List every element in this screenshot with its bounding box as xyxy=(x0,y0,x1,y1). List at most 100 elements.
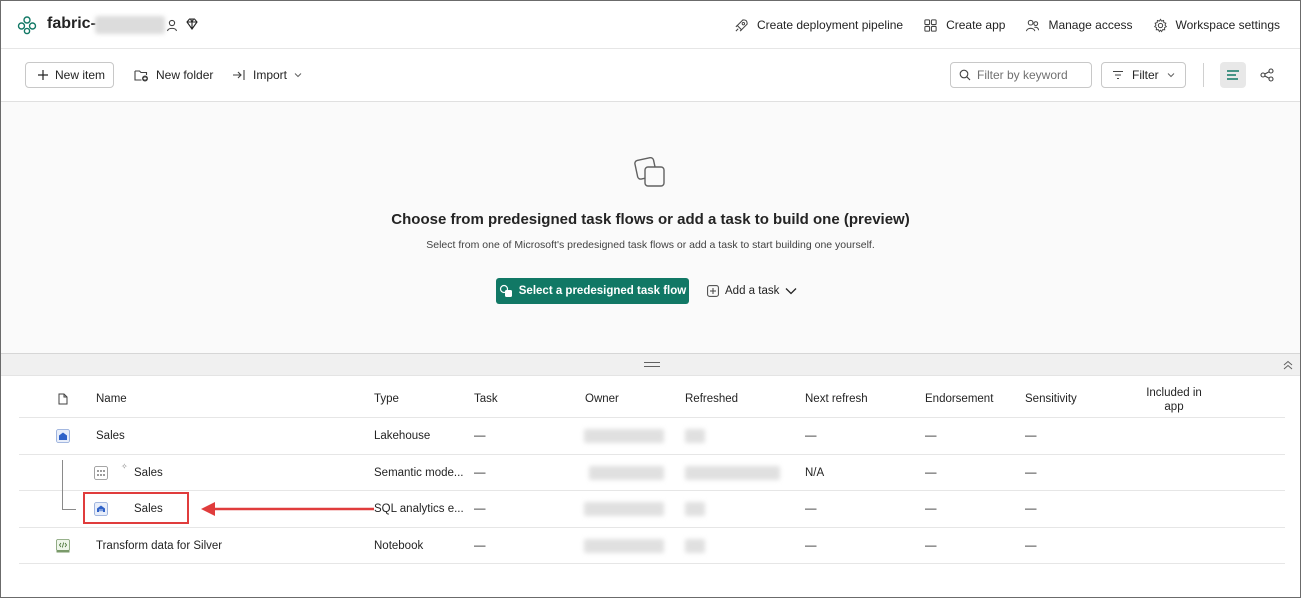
item-next-refresh: N/A xyxy=(805,466,825,479)
task-flow-button-icon xyxy=(499,284,512,297)
new-folder-label: New folder xyxy=(156,68,214,82)
add-square-icon xyxy=(707,285,719,297)
column-task[interactable]: Task xyxy=(474,393,498,405)
header-actions: Create deployment pipeline Create app Ma… xyxy=(734,1,1280,49)
new-folder-button[interactable]: New folder xyxy=(134,62,213,88)
annotation-highlight-box xyxy=(83,492,189,524)
item-type: Notebook xyxy=(374,539,424,552)
item-endorsement: — xyxy=(925,503,937,515)
task-flow-icon xyxy=(634,156,665,187)
column-type[interactable]: Type xyxy=(374,393,399,405)
item-sensitivity: — xyxy=(1025,539,1037,552)
workspace-settings-button[interactable]: Workspace settings xyxy=(1153,18,1280,33)
item-task: — xyxy=(474,466,486,479)
sparkle-icon: ✧ xyxy=(121,462,128,471)
item-name[interactable]: Transform data for Silver xyxy=(96,528,222,564)
semantic-model-icon xyxy=(94,455,108,491)
column-refreshed[interactable]: Refreshed xyxy=(685,393,738,405)
workspace-name-redacted xyxy=(95,16,165,34)
column-next-refresh[interactable]: Next refresh xyxy=(805,393,868,405)
filter-icon xyxy=(1113,70,1123,80)
workspace-toolbar: New item New folder Import Filter by key… xyxy=(1,49,1300,102)
workspace-header: fabric- Create deployment pipeline Creat… xyxy=(1,1,1300,49)
create-app-button[interactable]: Create app xyxy=(923,18,1005,33)
import-label: Import xyxy=(253,68,288,82)
people-icon xyxy=(1026,19,1040,31)
search-icon xyxy=(959,69,971,81)
workspace-items-table: Name Type Task Owner Refreshed Next refr… xyxy=(19,376,1285,564)
task-flow-subtitle: Select from one of Microsoft's predesign… xyxy=(426,239,875,251)
resize-grip-icon[interactable] xyxy=(644,362,660,367)
item-endorsement: — xyxy=(925,466,937,479)
workspace-name: fabric- xyxy=(47,15,96,32)
column-owner[interactable]: Owner xyxy=(585,393,619,405)
filter-keyword-search[interactable] xyxy=(950,62,1092,88)
import-icon xyxy=(233,70,245,80)
plus-icon xyxy=(38,70,48,80)
task-flow-title: Choose from predesigned task flows or ad… xyxy=(391,211,910,228)
collapse-up-icon[interactable] xyxy=(1282,359,1294,371)
column-included-in-app-line2: app xyxy=(1164,401,1184,413)
list-view-toggle[interactable] xyxy=(1220,62,1246,88)
workspace-identity-icon[interactable] xyxy=(165,18,179,32)
item-next-refresh: — xyxy=(805,430,817,442)
item-task: — xyxy=(474,503,486,515)
create-deployment-pipeline-button[interactable]: Create deployment pipeline xyxy=(734,18,903,33)
item-endorsement: — xyxy=(925,430,937,442)
add-task-dropdown[interactable]: Add a task xyxy=(707,278,797,304)
item-sensitivity: — xyxy=(1025,466,1037,479)
import-dropdown[interactable]: Import xyxy=(232,62,302,88)
table-row[interactable]: ✧ Sales Semantic mode... — N/A — — xyxy=(19,455,1285,491)
lineage-view-icon xyxy=(1260,68,1274,82)
lakehouse-icon xyxy=(56,418,70,454)
item-owner-redacted xyxy=(584,491,664,527)
item-name[interactable]: Sales xyxy=(134,455,163,491)
item-endorsement: — xyxy=(925,539,937,552)
column-name[interactable]: Name xyxy=(96,393,127,405)
panel-splitter[interactable] xyxy=(1,354,1300,376)
premium-diamond-icon[interactable] xyxy=(185,17,199,31)
item-next-refresh: — xyxy=(805,503,817,515)
item-owner-redacted xyxy=(589,455,664,491)
new-folder-icon xyxy=(134,70,148,82)
item-type: Semantic mode... xyxy=(374,466,464,479)
item-type: Lakehouse xyxy=(374,430,431,442)
search-input[interactable] xyxy=(977,68,1087,82)
new-item-label: New item xyxy=(55,68,106,82)
apps-icon xyxy=(924,18,937,32)
item-sensitivity: — xyxy=(1025,503,1037,515)
rocket-icon xyxy=(735,18,748,31)
toolbar-divider xyxy=(1203,63,1204,87)
create-app-label: Create app xyxy=(946,18,1006,32)
chevron-down-icon xyxy=(294,73,302,78)
item-refreshed-redacted xyxy=(685,455,780,491)
gear-icon xyxy=(1153,18,1167,32)
item-sensitivity: — xyxy=(1025,430,1037,442)
column-sensitivity[interactable]: Sensitivity xyxy=(1025,393,1077,405)
filter-label: Filter xyxy=(1132,68,1159,82)
column-included-in-app[interactable]: Included in app xyxy=(1144,386,1204,414)
task-flow-panel: Choose from predesigned task flows or ad… xyxy=(1,102,1300,354)
manage-access-label: Manage access xyxy=(1048,18,1133,32)
table-row[interactable]: Transform data for Silver Notebook — — —… xyxy=(19,528,1285,564)
lineage-view-toggle[interactable] xyxy=(1254,62,1280,88)
column-endorsement[interactable]: Endorsement xyxy=(925,393,993,405)
select-predesigned-task-flow-button[interactable]: Select a predesigned task flow xyxy=(496,278,689,304)
item-owner-redacted xyxy=(584,528,664,564)
manage-access-button[interactable]: Manage access xyxy=(1025,18,1133,33)
item-task: — xyxy=(474,539,486,552)
chevron-down-icon xyxy=(1167,73,1175,78)
notebook-icon xyxy=(56,528,70,564)
item-refreshed-redacted xyxy=(685,528,705,564)
chevron-down-icon xyxy=(785,288,797,295)
table-header: Name Type Task Owner Refreshed Next refr… xyxy=(19,376,1285,418)
workspace-icon xyxy=(17,16,37,35)
new-item-button[interactable]: New item xyxy=(25,62,114,88)
create-deployment-pipeline-label: Create deployment pipeline xyxy=(756,18,904,32)
annotation-arrow-icon xyxy=(201,502,374,516)
item-next-refresh: — xyxy=(805,539,817,552)
item-refreshed-redacted xyxy=(685,491,705,527)
filter-button[interactable]: Filter xyxy=(1101,62,1186,88)
table-row[interactable]: Sales Lakehouse — — — — xyxy=(19,418,1285,455)
list-view-icon xyxy=(1227,70,1239,80)
